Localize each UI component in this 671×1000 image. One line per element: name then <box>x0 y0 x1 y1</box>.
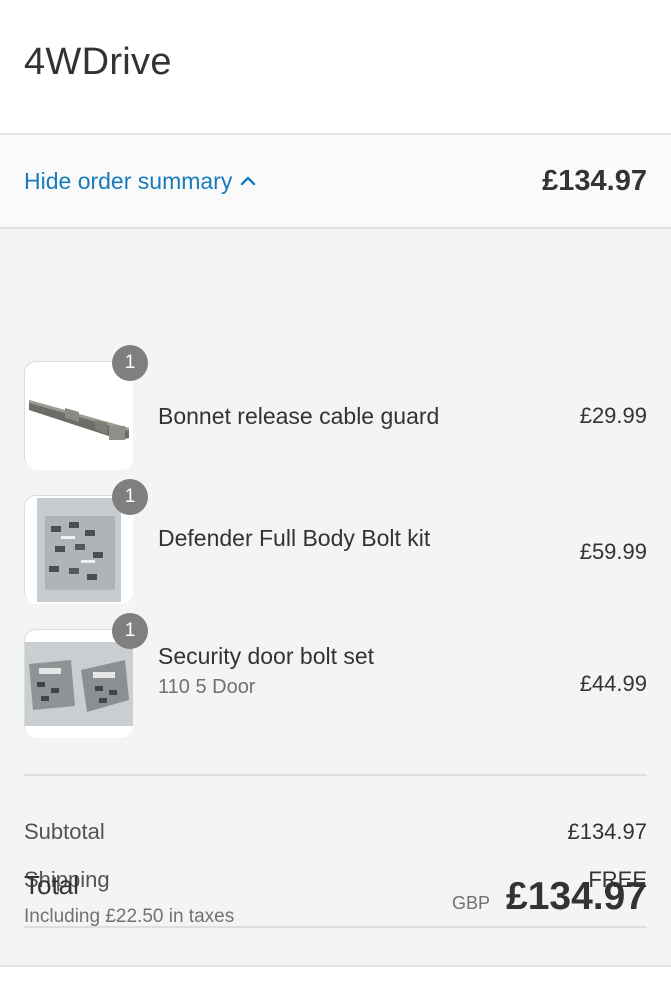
bottom-divider <box>0 965 671 967</box>
quantity-badge: 1 <box>112 479 148 515</box>
product-thumbnail: 1 <box>24 479 148 604</box>
chevron-up-icon[interactable] <box>240 175 256 187</box>
line-item: 1 Security door bolt set 110 5 Door £44.… <box>24 613 647 738</box>
item-price: £59.99 <box>579 539 647 564</box>
subtotal-value: £134.97 <box>567 819 647 844</box>
checkout-header: 4WDrive <box>0 0 671 135</box>
item-name: Bonnet release cable guard <box>158 403 440 429</box>
cable-guard-image <box>25 362 133 470</box>
subtotal-row: Subtotal £134.97 <box>24 819 647 845</box>
divider <box>24 774 647 776</box>
item-variant: 110 5 Door <box>158 676 256 698</box>
item-name: Defender Full Body Bolt kit <box>158 525 431 551</box>
order-summary-panel: 1 Bonnet release cable guard £29.99 1 De… <box>0 229 671 965</box>
order-summary-toggle-bar[interactable]: Hide order summary £134.97 <box>0 135 671 229</box>
hide-order-summary-label[interactable]: Hide order summary <box>24 168 232 195</box>
bolt-kit-image <box>25 496 133 604</box>
tax-note: Including £22.50 in taxes <box>24 906 235 927</box>
quantity-badge: 1 <box>112 613 148 649</box>
total-amount: £134.97 <box>506 875 647 918</box>
total-amount-group: GBP £134.97 <box>452 875 647 919</box>
item-name: Security door bolt set <box>158 643 375 669</box>
hide-order-summary-toggle[interactable]: Hide order summary <box>24 168 256 195</box>
line-item: 1 Bonnet release cable guard £29.99 <box>24 345 647 470</box>
currency-code: GBP <box>452 893 491 913</box>
item-price: £44.99 <box>579 671 647 696</box>
door-bolt-set-image <box>25 630 133 738</box>
toggle-total-price: £134.97 <box>542 164 647 197</box>
shop-name[interactable]: 4WDrive <box>24 41 172 84</box>
product-thumbnail: 1 <box>24 345 148 470</box>
item-price: £29.99 <box>579 403 647 428</box>
subtotal-label: Subtotal <box>24 819 105 844</box>
quantity-badge: 1 <box>112 345 148 381</box>
product-thumbnail: 1 <box>24 613 148 738</box>
total-label: Total <box>24 870 79 900</box>
line-item: 1 Defender Full Body Bolt kit £59.99 <box>24 479 647 604</box>
